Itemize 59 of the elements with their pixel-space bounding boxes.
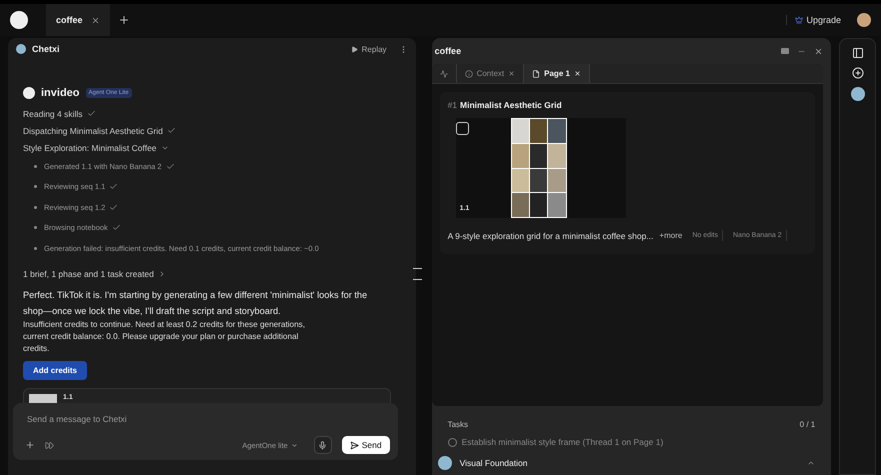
photo-grid-placeholder[interactable] [510, 118, 567, 218]
replay-button[interactable]: Replay [344, 44, 393, 54]
check-icon [109, 202, 118, 212]
bullet-icon [34, 185, 37, 188]
step-text: Style Exploration: Minimalist Coffee [23, 142, 157, 152]
select-checkbox[interactable] [456, 122, 469, 135]
page-icon [532, 70, 540, 78]
credit-warning: Insufficient credits to continue. Need at least 0.2 credits for these generations, current credit balance: 0.0. Please upgrade your plan or purchase additional credits. [23, 318, 306, 354]
activity-icon [440, 70, 448, 78]
step-text: Dispatching Minimalist Aesthetic Grid [23, 126, 163, 136]
check-icon [112, 223, 121, 232]
chevron-icon[interactable] [807, 459, 816, 467]
info-icon [464, 70, 473, 78]
user-avatar[interactable] [857, 13, 871, 27]
add-credits-button[interactable]: Add credits [23, 360, 88, 380]
add-icon[interactable] [852, 67, 864, 79]
agent-avatar[interactable] [850, 87, 865, 101]
canvas-title: coffee [434, 46, 462, 56]
brand-name: invideo [41, 87, 80, 99]
check-icon [109, 182, 118, 192]
microphone-icon [318, 440, 328, 450]
panel-icon[interactable] [852, 47, 864, 59]
card-description: A 9-style exploration grid for a minimalist coffee shop... [448, 230, 654, 240]
agent-avatar [16, 44, 26, 54]
new-tab-icon[interactable] [118, 14, 130, 26]
play-icon [350, 46, 358, 52]
phase-title: Visual Foundation [460, 458, 528, 468]
more-link[interactable]: +more [659, 231, 682, 240]
check-icon [86, 109, 96, 118]
assistant-message: Perfect. TikTok it is. I'm starting by generating a few different 'minimalist' looks for the shop—once we lock the vibe, I'll draft the script and storyboard. [23, 288, 368, 318]
check-icon [166, 126, 176, 135]
step-text: Reading 4 skills [23, 108, 83, 118]
task-status-icon[interactable] [448, 438, 457, 446]
send-icon [350, 440, 359, 450]
chevron-icon [290, 442, 298, 448]
bullet-icon [34, 246, 37, 250]
card-title: #1 Minimalist Aesthetic Grid [448, 100, 563, 110]
bullet-icon [34, 206, 37, 209]
send-button[interactable]: Send [342, 436, 390, 454]
tasks-count: 0 / 1 [800, 420, 816, 429]
chat-title: Chetxi [32, 44, 60, 54]
fast-forward-icon[interactable] [45, 440, 54, 450]
upgrade-button[interactable]: Upgrade [786, 15, 849, 25]
bullet-icon [34, 164, 37, 168]
agent-avatar [438, 456, 452, 470]
tasks-title: Tasks [448, 420, 468, 429]
screen-icon[interactable] [781, 48, 790, 54]
canvas-tab[interactable]: Page 1 [524, 64, 590, 83]
close-icon[interactable] [814, 46, 824, 56]
message-input[interactable]: Send a message to Chetxi [25, 413, 390, 425]
crown-icon [795, 16, 804, 24]
check-icon [166, 162, 175, 171]
task-text: Establish minimalist style frame (Thread 1 on Page 1) [462, 437, 664, 447]
summary-link[interactable]: 1 brief, 1 phase and 1 task created [23, 268, 401, 278]
microphone-button[interactable] [314, 436, 332, 454]
resize-handle[interactable] [412, 268, 422, 280]
bullet-icon [34, 226, 37, 230]
close-icon[interactable] [90, 16, 100, 24]
project-tab[interactable]: coffee [46, 4, 110, 36]
